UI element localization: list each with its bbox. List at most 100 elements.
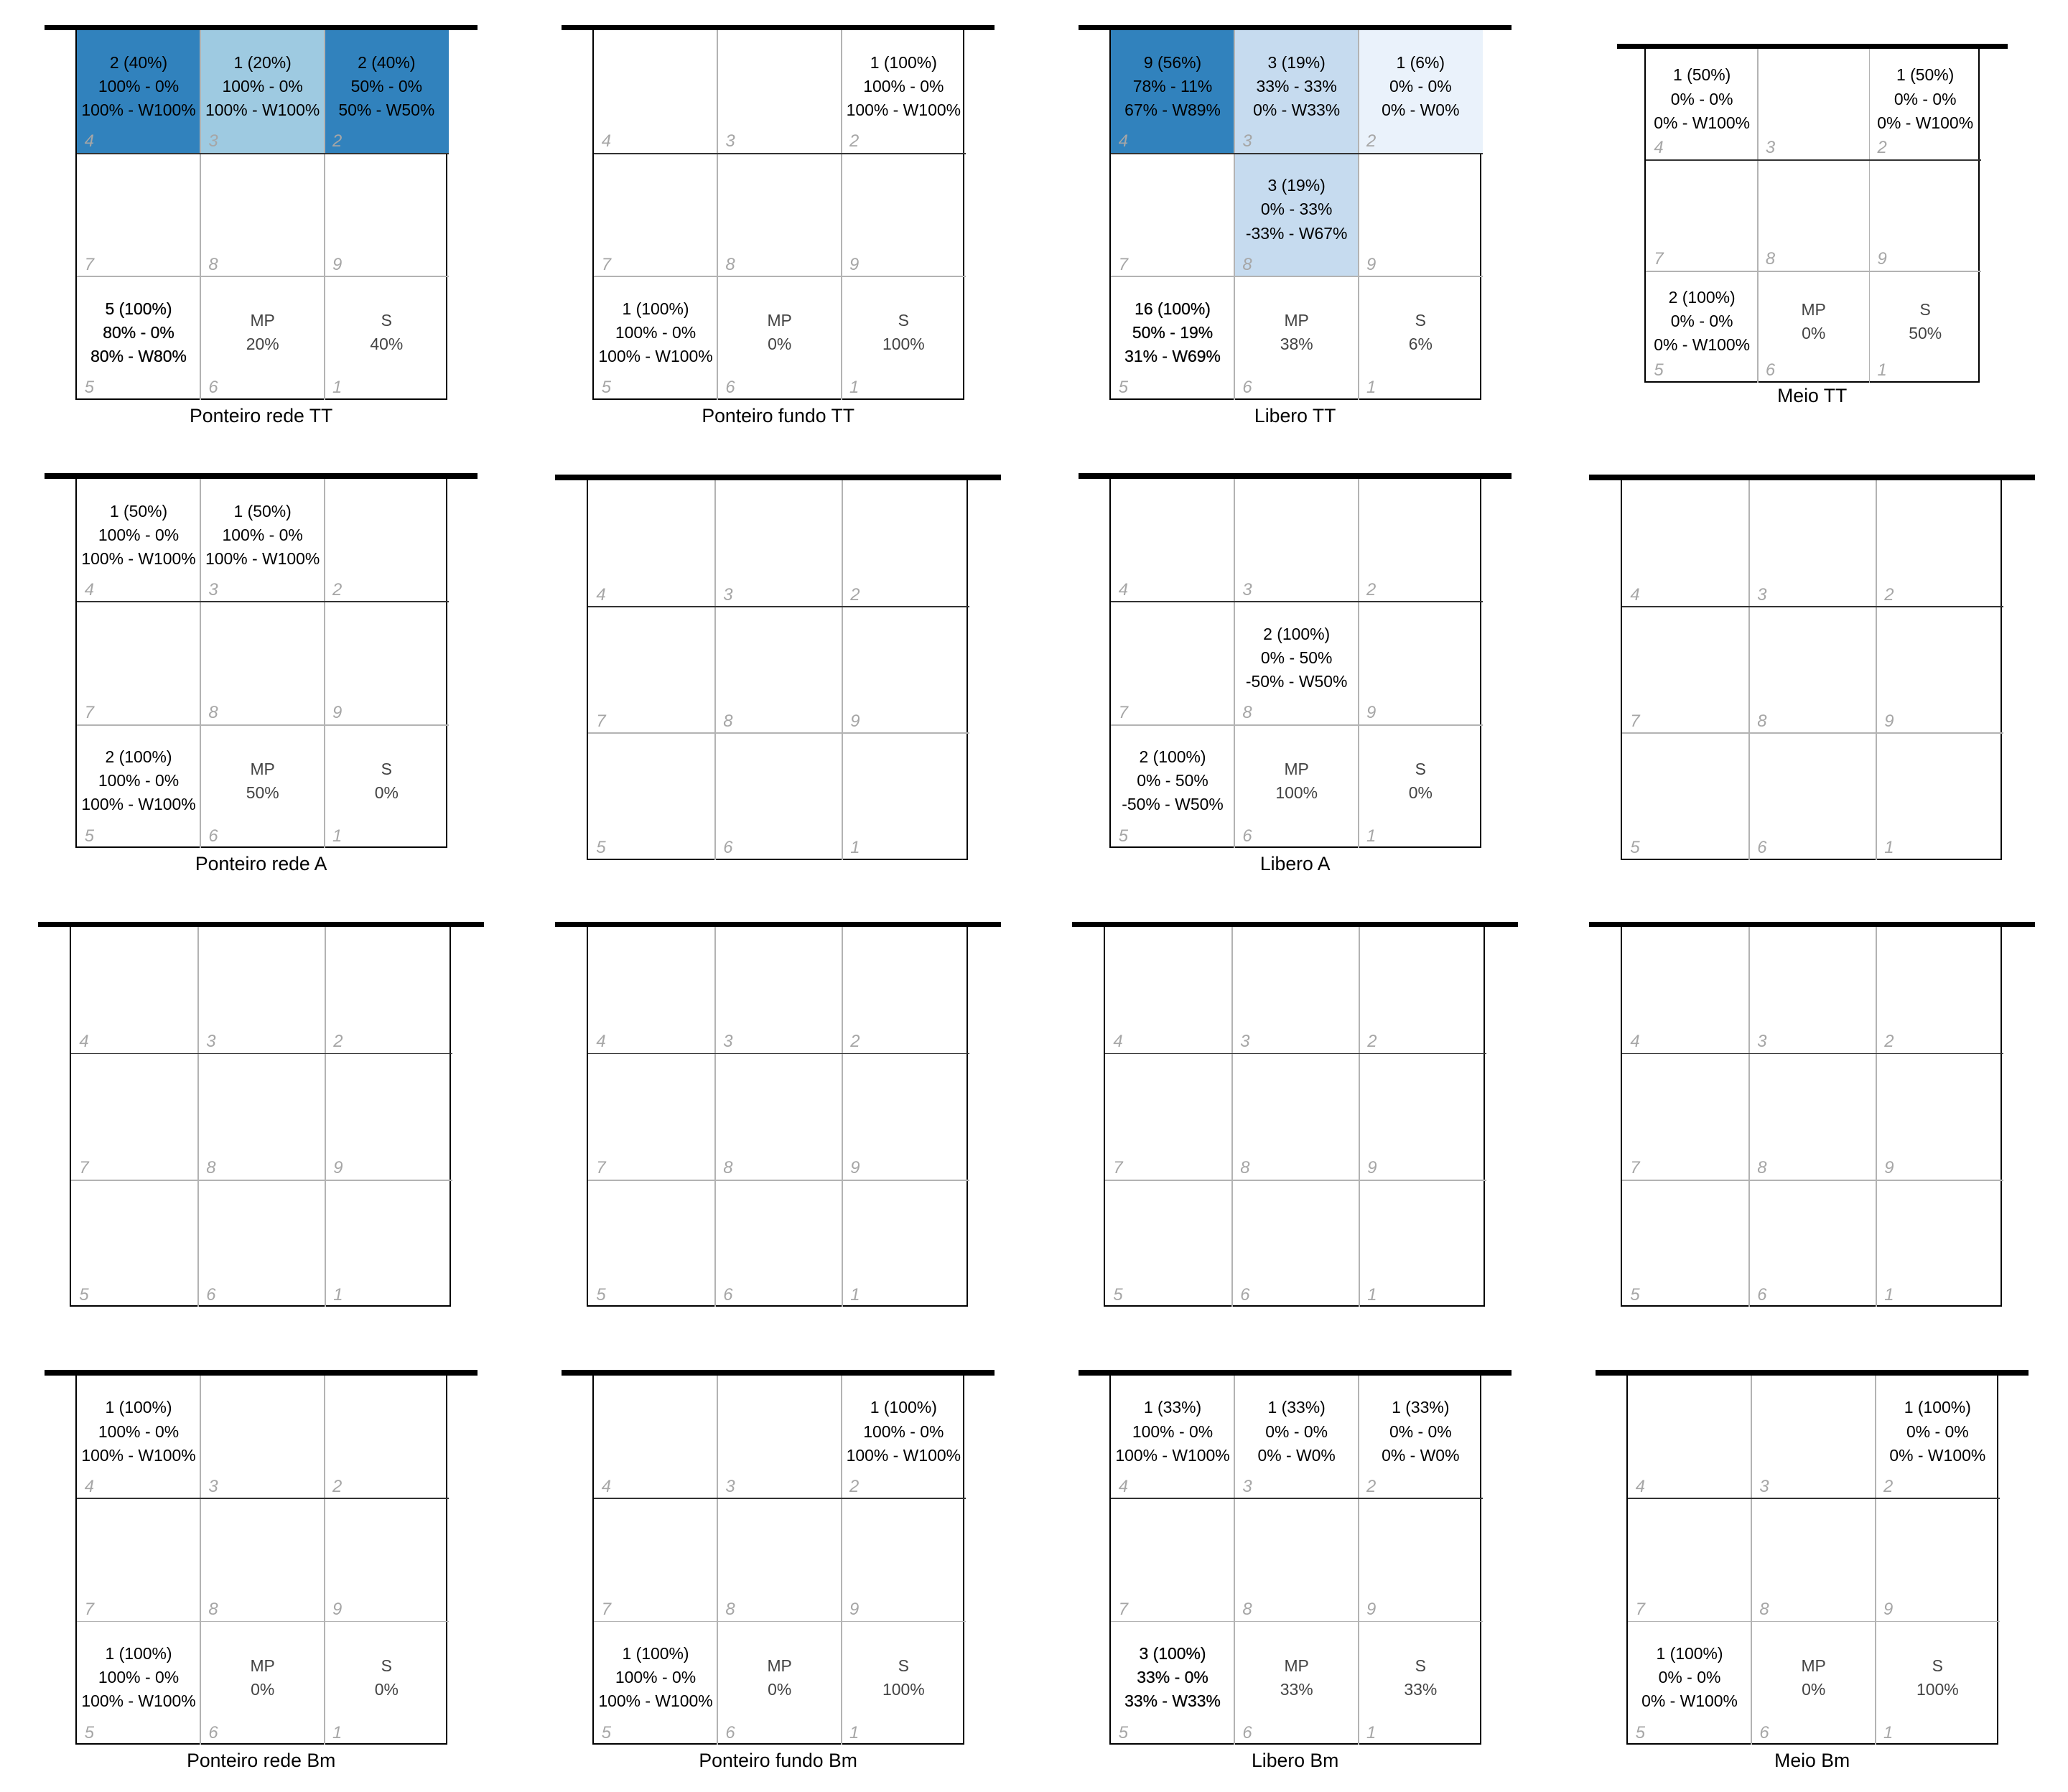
zone-cell-9[interactable]: 9 xyxy=(325,154,449,276)
zone-cell-5[interactable]: 5 xyxy=(1622,1180,1749,1307)
zone-cell-3[interactable]: 3 xyxy=(1749,480,1876,607)
zone-cell-1[interactable]: S 6% 1 xyxy=(1359,276,1483,399)
zone-cell-1[interactable]: 1 xyxy=(842,1180,969,1307)
zone-cell-7[interactable]: 7 xyxy=(588,607,715,733)
zone-cell-5[interactable]: 2 (100%) 100% - 0% 100% - W100% 5 xyxy=(77,725,201,848)
zone-cell-1[interactable]: S 33% 1 xyxy=(1359,1622,1483,1745)
zone-cell-1[interactable]: 1 xyxy=(1359,1180,1486,1307)
zone-cell-2[interactable]: 1 (100%) 100% - 0% 100% - W100% 2 xyxy=(842,30,966,153)
zone-cell-5[interactable]: 1 (100%) 0% - 0% 0% - W100% 5 xyxy=(1628,1622,1752,1745)
zone-cell-4[interactable]: 4 xyxy=(1622,927,1749,1053)
zone-cell-2[interactable]: 2 xyxy=(325,1376,449,1498)
zone-cell-2[interactable]: 1 (33%) 0% - 0% 0% - W0% 2 xyxy=(1359,1376,1483,1498)
zone-cell-1[interactable]: 1 xyxy=(1876,733,2003,859)
zone-cell-7[interactable]: 7 xyxy=(1622,607,1749,733)
zone-cell-1[interactable]: 1 xyxy=(1876,1180,2003,1307)
zone-cell-7[interactable]: 7 xyxy=(77,602,201,724)
zone-cell-3[interactable]: 3 xyxy=(1749,927,1876,1053)
zone-cell-5[interactable]: 16 (100%) 50% - 19% 31% - W69% 5 xyxy=(1111,276,1235,399)
zone-cell-2[interactable]: 2 xyxy=(1359,479,1483,602)
zone-cell-8[interactable]: 8 xyxy=(1758,160,1870,271)
zone-cell-8[interactable]: 8 xyxy=(200,602,325,724)
zone-cell-4[interactable]: 4 xyxy=(71,927,198,1053)
zone-cell-6[interactable]: MP 0% 6 xyxy=(1758,271,1870,383)
zone-cell-4[interactable]: 9 (56%) 78% - 11% 67% - W89% 4 xyxy=(1110,30,1235,154)
zone-cell-5[interactable]: 5 xyxy=(588,1180,715,1307)
zone-cell-5[interactable]: 5 xyxy=(1622,733,1749,859)
zone-cell-5[interactable]: 1 (100%) 100% - 0% 100% - W100% 5 xyxy=(594,1622,718,1745)
zone-cell-7[interactable]: 7 xyxy=(1622,1054,1749,1180)
zone-cell-3[interactable]: 3 xyxy=(1758,49,1870,160)
zone-cell-4[interactable]: 2 (40%) 100% - 0% 100% - W100% 4 xyxy=(76,30,201,154)
zone-cell-9[interactable]: 9 xyxy=(1359,602,1483,724)
zone-cell-6[interactable]: MP 0% 6 xyxy=(717,1622,842,1745)
zone-cell-3[interactable]: 1 (33%) 0% - 0% 0% - W0% 3 xyxy=(1234,1376,1359,1498)
zone-cell-2[interactable]: 2 xyxy=(325,927,452,1053)
zone-cell-4[interactable]: 1 (50%) 0% - 0% 0% - W100% 4 xyxy=(1646,49,1758,160)
zone-cell-9[interactable]: 9 xyxy=(1876,607,2003,733)
zone-cell-5[interactable]: 5 (100%) 80% - 0% 80% - W80% 5 xyxy=(77,276,201,399)
zone-cell-7[interactable]: 7 xyxy=(594,1498,718,1621)
zone-cell-6[interactable]: 6 xyxy=(715,1180,842,1307)
zone-cell-3[interactable]: 3 xyxy=(1232,927,1359,1053)
zone-cell-5[interactable]: 5 xyxy=(588,733,715,859)
zone-cell-5[interactable]: 5 xyxy=(71,1180,198,1307)
zone-cell-8[interactable]: 8 xyxy=(715,1054,842,1180)
zone-cell-1[interactable]: S 100% 1 xyxy=(1876,1622,2000,1745)
zone-cell-9[interactable]: 9 xyxy=(1359,154,1483,276)
zone-cell-2[interactable]: 1 (100%) 0% - 0% 0% - W100% 2 xyxy=(1876,1376,2000,1498)
zone-cell-9[interactable]: 9 xyxy=(325,1498,449,1621)
zone-cell-9[interactable]: 9 xyxy=(842,154,966,276)
zone-cell-8[interactable]: 8 xyxy=(198,1054,325,1180)
zone-cell-6[interactable]: MP 100% 6 xyxy=(1234,725,1359,848)
zone-cell-9[interactable]: 9 xyxy=(1869,160,1981,271)
zone-cell-4[interactable]: 1 (33%) 100% - 0% 100% - W100% 4 xyxy=(1111,1376,1235,1498)
zone-cell-8[interactable]: 8 xyxy=(200,1498,325,1621)
zone-cell-3[interactable]: 3 xyxy=(1234,479,1359,602)
zone-cell-4[interactable]: 4 xyxy=(1111,479,1235,602)
zone-cell-1[interactable]: S 40% 1 xyxy=(325,276,449,399)
zone-cell-7[interactable]: 7 xyxy=(1105,1054,1232,1180)
zone-cell-7[interactable]: 7 xyxy=(71,1054,198,1180)
zone-cell-2[interactable]: 2 xyxy=(842,480,969,607)
zone-cell-4[interactable]: 4 xyxy=(1628,1376,1752,1498)
zone-cell-1[interactable]: 1 xyxy=(325,1180,452,1307)
zone-cell-8[interactable]: 8 xyxy=(717,154,842,276)
zone-cell-8[interactable]: 3 (19%) 0% - 33% -33% - W67% 8 xyxy=(1234,153,1359,277)
zone-cell-4[interactable]: 1 (100%) 100% - 0% 100% - W100% 4 xyxy=(77,1376,201,1498)
zone-cell-8[interactable]: 8 xyxy=(1751,1498,1876,1621)
zone-cell-2[interactable]: 2 xyxy=(1359,927,1486,1053)
zone-cell-1[interactable]: S 0% 1 xyxy=(325,1622,449,1745)
zone-cell-9[interactable]: 9 xyxy=(1876,1054,2003,1180)
zone-cell-3[interactable]: 3 xyxy=(717,1376,842,1498)
zone-cell-6[interactable]: 6 xyxy=(198,1180,325,1307)
zone-cell-8[interactable]: 8 xyxy=(200,154,325,276)
zone-cell-5[interactable]: 2 (100%) 0% - 50% -50% - W50% 5 xyxy=(1111,725,1235,848)
zone-cell-7[interactable]: 7 xyxy=(1111,154,1235,276)
zone-cell-2[interactable]: 1 (6%) 0% - 0% 0% - W0% 2 xyxy=(1358,30,1483,154)
zone-cell-6[interactable]: MP 0% 6 xyxy=(200,1622,325,1745)
zone-cell-9[interactable]: 9 xyxy=(842,607,969,733)
zone-cell-9[interactable]: 9 xyxy=(325,1054,452,1180)
zone-cell-2[interactable]: 2 (40%) 50% - 0% 50% - W50% 2 xyxy=(324,30,449,154)
zone-cell-7[interactable]: 7 xyxy=(77,1498,201,1621)
zone-cell-2[interactable]: 1 (100%) 100% - 0% 100% - W100% 2 xyxy=(842,1376,966,1498)
zone-cell-3[interactable]: 3 xyxy=(715,927,842,1053)
zone-cell-2[interactable]: 2 xyxy=(325,479,449,602)
zone-cell-6[interactable]: MP 33% 6 xyxy=(1234,1622,1359,1745)
zone-cell-1[interactable]: S 100% 1 xyxy=(842,1622,966,1745)
zone-cell-6[interactable]: MP 50% 6 xyxy=(200,725,325,848)
zone-cell-3[interactable]: 3 (19%) 33% - 33% 0% - W33% 3 xyxy=(1234,30,1359,154)
zone-cell-3[interactable]: 3 xyxy=(715,480,842,607)
zone-cell-5[interactable]: 1 (100%) 100% - 0% 100% - W100% 5 xyxy=(77,1622,201,1745)
zone-cell-8[interactable]: 8 xyxy=(717,1498,842,1621)
zone-cell-1[interactable]: S 0% 1 xyxy=(1359,725,1483,848)
zone-cell-9[interactable]: 9 xyxy=(325,602,449,724)
zone-cell-6[interactable]: 6 xyxy=(1232,1180,1359,1307)
zone-cell-4[interactable]: 4 xyxy=(1622,480,1749,607)
zone-cell-4[interactable]: 4 xyxy=(588,480,715,607)
zone-cell-6[interactable]: MP 20% 6 xyxy=(200,276,325,399)
zone-cell-9[interactable]: 9 xyxy=(1359,1498,1483,1621)
zone-cell-3[interactable]: 1 (50%) 100% - 0% 100% - W100% 3 xyxy=(200,479,325,602)
zone-cell-1[interactable]: 1 xyxy=(842,733,969,859)
